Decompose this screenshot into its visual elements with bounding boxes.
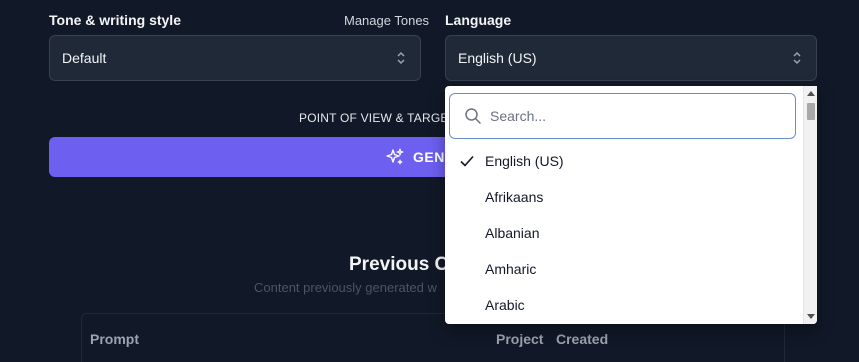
previous-content-title: Previous C	[349, 254, 449, 275]
option-label: Arabic	[485, 297, 525, 313]
language-option-afrikaans[interactable]: Afrikaans	[445, 179, 801, 215]
search-icon	[464, 107, 482, 125]
chevron-up-down-icon	[790, 49, 804, 67]
language-select-value: English (US)	[458, 50, 537, 66]
column-header-created[interactable]: Created	[556, 331, 608, 347]
tone-label: Tone & writing style	[49, 12, 181, 28]
language-select[interactable]: English (US)	[445, 35, 817, 81]
language-option-albanian[interactable]: Albanian	[445, 215, 801, 251]
dropdown-scrollbar[interactable]	[803, 86, 817, 324]
language-label: Language	[445, 12, 512, 28]
language-option-arabic[interactable]: Arabic	[445, 287, 801, 323]
previous-content-subtitle: Content previously generated w	[254, 280, 437, 295]
scroll-up-arrow-icon[interactable]	[807, 90, 815, 96]
language-dropdown: English (US) Afrikaans Albanian Amharic …	[445, 86, 817, 324]
sparkles-icon	[385, 147, 405, 167]
option-label: Albanian	[485, 225, 540, 241]
manage-tones-link[interactable]: Manage Tones	[344, 13, 429, 28]
chevron-up-down-icon	[394, 49, 408, 67]
column-header-prompt[interactable]: Prompt	[90, 331, 139, 347]
pov-target-toggle[interactable]: POINT OF VIEW & TARGET	[299, 111, 456, 125]
checkmark-icon	[445, 155, 485, 167]
option-label: Afrikaans	[485, 189, 544, 205]
language-option-amharic[interactable]: Amharic	[445, 251, 801, 287]
option-label: Amharic	[485, 261, 537, 277]
search-input[interactable]	[490, 108, 780, 124]
search-field[interactable]	[449, 93, 796, 139]
scrollbar-thumb[interactable]	[807, 103, 815, 120]
column-header-project[interactable]: Project	[496, 331, 543, 347]
language-option-english-us[interactable]: English (US)	[445, 143, 801, 179]
scroll-down-arrow-icon[interactable]	[807, 314, 815, 320]
tone-select[interactable]: Default	[49, 35, 421, 81]
tone-select-value: Default	[62, 50, 107, 66]
option-label: English (US)	[485, 153, 564, 169]
